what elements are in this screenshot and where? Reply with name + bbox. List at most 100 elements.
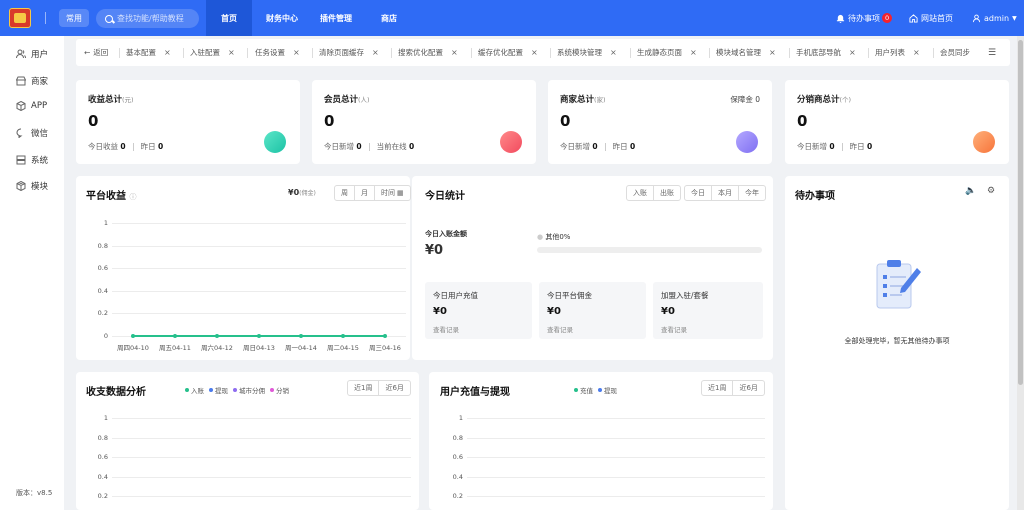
y-tick-label: 0.6 bbox=[97, 264, 108, 273]
common-button[interactable]: 常用 bbox=[59, 9, 89, 27]
platform-revenue-panel: 平台收益 ⓘ ¥0(佣金) 周 月 时间 ▦ 1 0.8 0.6 0.4 0.2 0 周四04… bbox=[76, 176, 411, 360]
todo-link[interactable]: 待办事项 0 bbox=[836, 0, 893, 36]
gridline bbox=[467, 496, 765, 497]
filter-icon[interactable]: ⚙ bbox=[987, 186, 995, 196]
data-point[interactable] bbox=[215, 334, 219, 338]
top-bar: 常用 首页 财务中心 插件管理 商店 待办事项 0 网站首页 admin ▼ bbox=[0, 0, 1024, 36]
back-label: 返回 bbox=[93, 48, 109, 57]
close-icon[interactable]: × bbox=[531, 48, 538, 57]
progress-bar bbox=[537, 247, 762, 253]
x-tick-label: 周一04-14 bbox=[285, 344, 317, 352]
view-records-link[interactable]: 查看记录 bbox=[547, 324, 573, 334]
stat-sub: 今日新增 0 昨日 0 bbox=[560, 142, 636, 151]
view-records-link[interactable]: 查看记录 bbox=[433, 324, 459, 334]
tab-item[interactable]: 生成静态页面 × bbox=[637, 39, 697, 66]
sidebar-item-app[interactable]: APP bbox=[16, 101, 47, 111]
tab-item[interactable]: 模块域名管理 × bbox=[716, 39, 776, 66]
tab-menu-button[interactable]: ☰ bbox=[988, 39, 996, 66]
btn-in[interactable]: 入账 bbox=[627, 186, 654, 200]
tab-label: 会员同步 bbox=[940, 48, 970, 57]
tab-item[interactable]: 系统模块管理 × bbox=[557, 39, 617, 66]
tab-item[interactable]: 会员同步 bbox=[940, 39, 970, 66]
caret-down-icon: ▼ bbox=[1012, 14, 1017, 22]
close-icon[interactable]: × bbox=[164, 48, 171, 57]
close-icon[interactable]: × bbox=[293, 48, 300, 57]
btn-week[interactable]: 周 bbox=[335, 186, 355, 200]
search-box[interactable] bbox=[96, 9, 199, 28]
sidebar-item-system[interactable]: 系统 bbox=[16, 154, 48, 166]
data-point[interactable] bbox=[173, 334, 177, 338]
todo-badge: 0 bbox=[882, 13, 893, 23]
package-icon bbox=[16, 181, 26, 191]
tab-label: 任务设置 bbox=[255, 48, 285, 57]
home-icon bbox=[909, 13, 918, 23]
tab-label: 入驻配置 bbox=[190, 48, 220, 57]
mini-title: 加盟入驻/套餐 bbox=[661, 291, 709, 300]
gridline bbox=[112, 290, 406, 292]
btn-time[interactable]: 时间 ▦ bbox=[375, 186, 410, 200]
close-icon[interactable]: × bbox=[372, 48, 379, 57]
data-point[interactable] bbox=[383, 334, 387, 338]
btn-6-months[interactable]: 近6月 bbox=[733, 381, 763, 395]
mini-title: 今日平台佣金 bbox=[547, 291, 592, 300]
btn-this-year[interactable]: 今年 bbox=[739, 186, 765, 200]
x-tick-label: 周六04-12 bbox=[201, 344, 233, 352]
tab-item[interactable]: 用户列表 × bbox=[875, 39, 920, 66]
data-point[interactable] bbox=[131, 334, 135, 338]
close-icon[interactable]: × bbox=[228, 48, 235, 57]
btn-out[interactable]: 出账 bbox=[654, 186, 680, 200]
tab-item[interactable]: 入驻配置 × bbox=[190, 39, 235, 66]
tab-item[interactable]: 基本配置 × bbox=[126, 39, 171, 66]
btn-month[interactable]: 月 bbox=[355, 186, 375, 200]
close-icon[interactable]: × bbox=[913, 48, 920, 57]
tab-label: 生成静态页面 bbox=[637, 48, 682, 57]
gridline bbox=[112, 223, 406, 224]
tab-item[interactable]: 手机底部导航 × bbox=[796, 39, 856, 66]
mini-value: ¥0 bbox=[433, 306, 447, 317]
sidebar-item-label: 模块 bbox=[31, 182, 49, 192]
btn-1-week[interactable]: 近1周 bbox=[348, 381, 380, 395]
search-input[interactable] bbox=[117, 14, 197, 23]
sidebar-item-wechat[interactable]: 微信 bbox=[16, 127, 48, 139]
sidebar-item-merchants[interactable]: 商家 bbox=[16, 75, 48, 87]
tab-label: 搜索优化配置 bbox=[398, 48, 443, 57]
data-point[interactable] bbox=[341, 334, 345, 338]
logo[interactable] bbox=[9, 8, 31, 28]
tab-label: 用户列表 bbox=[875, 48, 905, 57]
close-icon[interactable]: × bbox=[610, 48, 617, 57]
sidebar-item-modules[interactable]: 模块 bbox=[16, 180, 48, 192]
y-tick-label: 0.8 bbox=[452, 433, 463, 442]
y-tick-label: 0.8 bbox=[97, 241, 108, 250]
nav-plugins[interactable]: 插件管理 bbox=[320, 0, 352, 36]
btn-6-months[interactable]: 近6月 bbox=[379, 381, 409, 395]
gridline bbox=[112, 476, 411, 478]
sidebar: 用户 商家 APP 微信 系统 模块 bbox=[0, 36, 64, 510]
tab-item[interactable]: 任务设置 × bbox=[255, 39, 300, 66]
gridline bbox=[112, 496, 411, 497]
close-icon[interactable]: × bbox=[849, 48, 856, 57]
close-icon[interactable]: × bbox=[769, 48, 776, 57]
empty-todo-text: 全部处理完毕，暂无其他待办事项 bbox=[844, 337, 950, 345]
btn-1-week[interactable]: 近1周 bbox=[702, 381, 734, 395]
speaker-icon[interactable]: 🔈 bbox=[965, 186, 976, 196]
site-home-link[interactable]: 网站首页 bbox=[909, 0, 953, 36]
nav-home[interactable]: 首页 bbox=[206, 0, 252, 36]
close-icon[interactable]: × bbox=[690, 48, 697, 57]
tab-item[interactable]: 缓存优化配置 × bbox=[478, 39, 538, 66]
tab-item[interactable]: 搜索优化配置 × bbox=[398, 39, 458, 66]
nav-store[interactable]: 商店 bbox=[381, 0, 397, 36]
user-menu[interactable]: admin ▼ bbox=[972, 0, 1017, 36]
sidebar-item-users[interactable]: 用户 bbox=[16, 48, 48, 60]
btn-today[interactable]: 今日 bbox=[685, 186, 712, 200]
x-tick-label: 周二04-15 bbox=[327, 344, 359, 352]
data-point[interactable] bbox=[257, 334, 261, 338]
nav-finance[interactable]: 财务中心 bbox=[266, 0, 298, 36]
close-icon[interactable]: × bbox=[451, 48, 458, 57]
tab-item[interactable]: 清除页面缓存 × bbox=[319, 39, 379, 66]
btn-this-month[interactable]: 本月 bbox=[712, 186, 739, 200]
back-button[interactable]: ← 返回 bbox=[84, 39, 108, 66]
view-records-link[interactable]: 查看记录 bbox=[661, 324, 687, 334]
income-range-switch: 近1周 近6月 bbox=[347, 380, 411, 396]
scrollbar-thumb[interactable] bbox=[1018, 40, 1023, 385]
data-point[interactable] bbox=[299, 334, 303, 338]
